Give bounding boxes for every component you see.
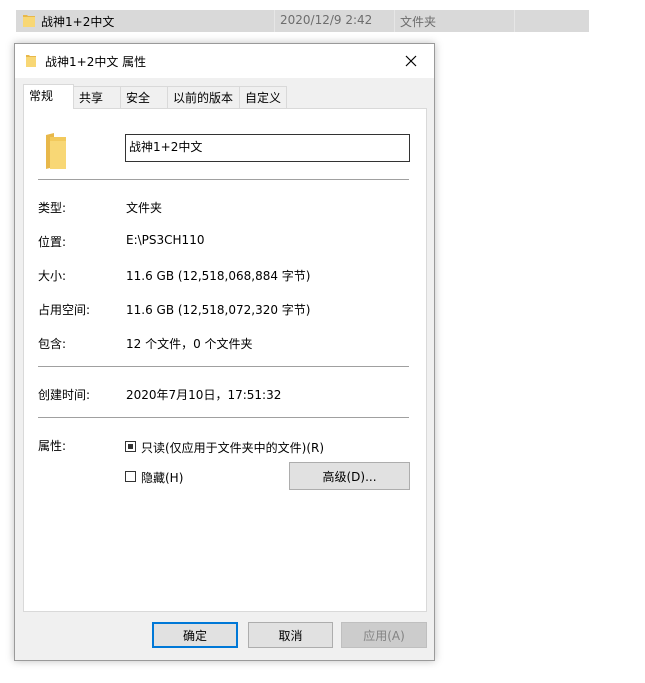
divider: [38, 179, 409, 180]
created-value: 2020年7月10日，17:51:32: [126, 388, 282, 402]
hidden-checkbox[interactable]: [125, 471, 136, 482]
properties-dialog: 战神1+2中文 属性 常规 共享 安全 以前的版本 自定义 战神1+2中文 类型…: [14, 43, 435, 661]
attributes-label: 属性:: [38, 439, 67, 453]
column-separator: [514, 10, 515, 32]
column-separator: [394, 10, 395, 32]
file-date: 2020/12/9 2:42: [280, 13, 373, 27]
created-label: 创建时间:: [38, 388, 91, 402]
readonly-label[interactable]: 只读(仅应用于文件夹中的文件)(R): [141, 439, 324, 456]
tab-sharing[interactable]: 共享: [73, 86, 121, 108]
divider: [38, 417, 409, 418]
explorer-file-row[interactable]: 战神1+2中文 2020/12/9 2:42 文件夹: [16, 10, 589, 32]
close-button[interactable]: [388, 44, 434, 78]
contains-label: 包含:: [38, 337, 67, 351]
type-value: 文件夹: [126, 201, 163, 215]
advanced-button[interactable]: 高级(D)...: [289, 462, 410, 490]
tab-security[interactable]: 安全: [120, 86, 168, 108]
folder-icon: [26, 55, 36, 67]
column-separator: [274, 10, 275, 32]
hidden-label[interactable]: 隐藏(H): [141, 469, 183, 486]
size-value: 11.6 GB (12,518,068,884 字节): [126, 269, 311, 283]
close-icon: [405, 55, 417, 67]
tab-general[interactable]: 常规: [23, 84, 74, 109]
dialog-titlebar[interactable]: 战神1+2中文 属性: [15, 44, 434, 78]
readonly-checkbox[interactable]: [125, 441, 136, 452]
general-tab-panel: 战神1+2中文 类型: 文件夹 位置: E:\PS3CH110 大小: 11.6…: [23, 108, 427, 612]
size-on-disk-label: 占用空间:: [38, 303, 91, 317]
file-name: 战神1+2中文: [41, 15, 115, 29]
tab-customize[interactable]: 自定义: [239, 86, 287, 108]
folder-name-input[interactable]: 战神1+2中文: [125, 134, 410, 162]
apply-button[interactable]: 应用(A): [341, 622, 427, 648]
cancel-button[interactable]: 取消: [248, 622, 333, 648]
location-label: 位置:: [38, 235, 67, 249]
size-on-disk-value: 11.6 GB (12,518,072,320 字节): [126, 303, 311, 317]
divider: [38, 366, 409, 367]
size-label: 大小:: [38, 269, 67, 283]
tab-previous-versions[interactable]: 以前的版本: [167, 86, 240, 108]
ok-button[interactable]: 确定: [152, 622, 238, 648]
folder-icon: [23, 15, 35, 27]
contains-value: 12 个文件，0 个文件夹: [126, 337, 253, 351]
location-value: E:\PS3CH110: [126, 233, 205, 247]
file-type: 文件夹: [400, 15, 437, 29]
folder-icon: [46, 133, 66, 169]
type-label: 类型:: [38, 201, 67, 215]
dialog-title: 战神1+2中文 属性: [45, 55, 147, 69]
